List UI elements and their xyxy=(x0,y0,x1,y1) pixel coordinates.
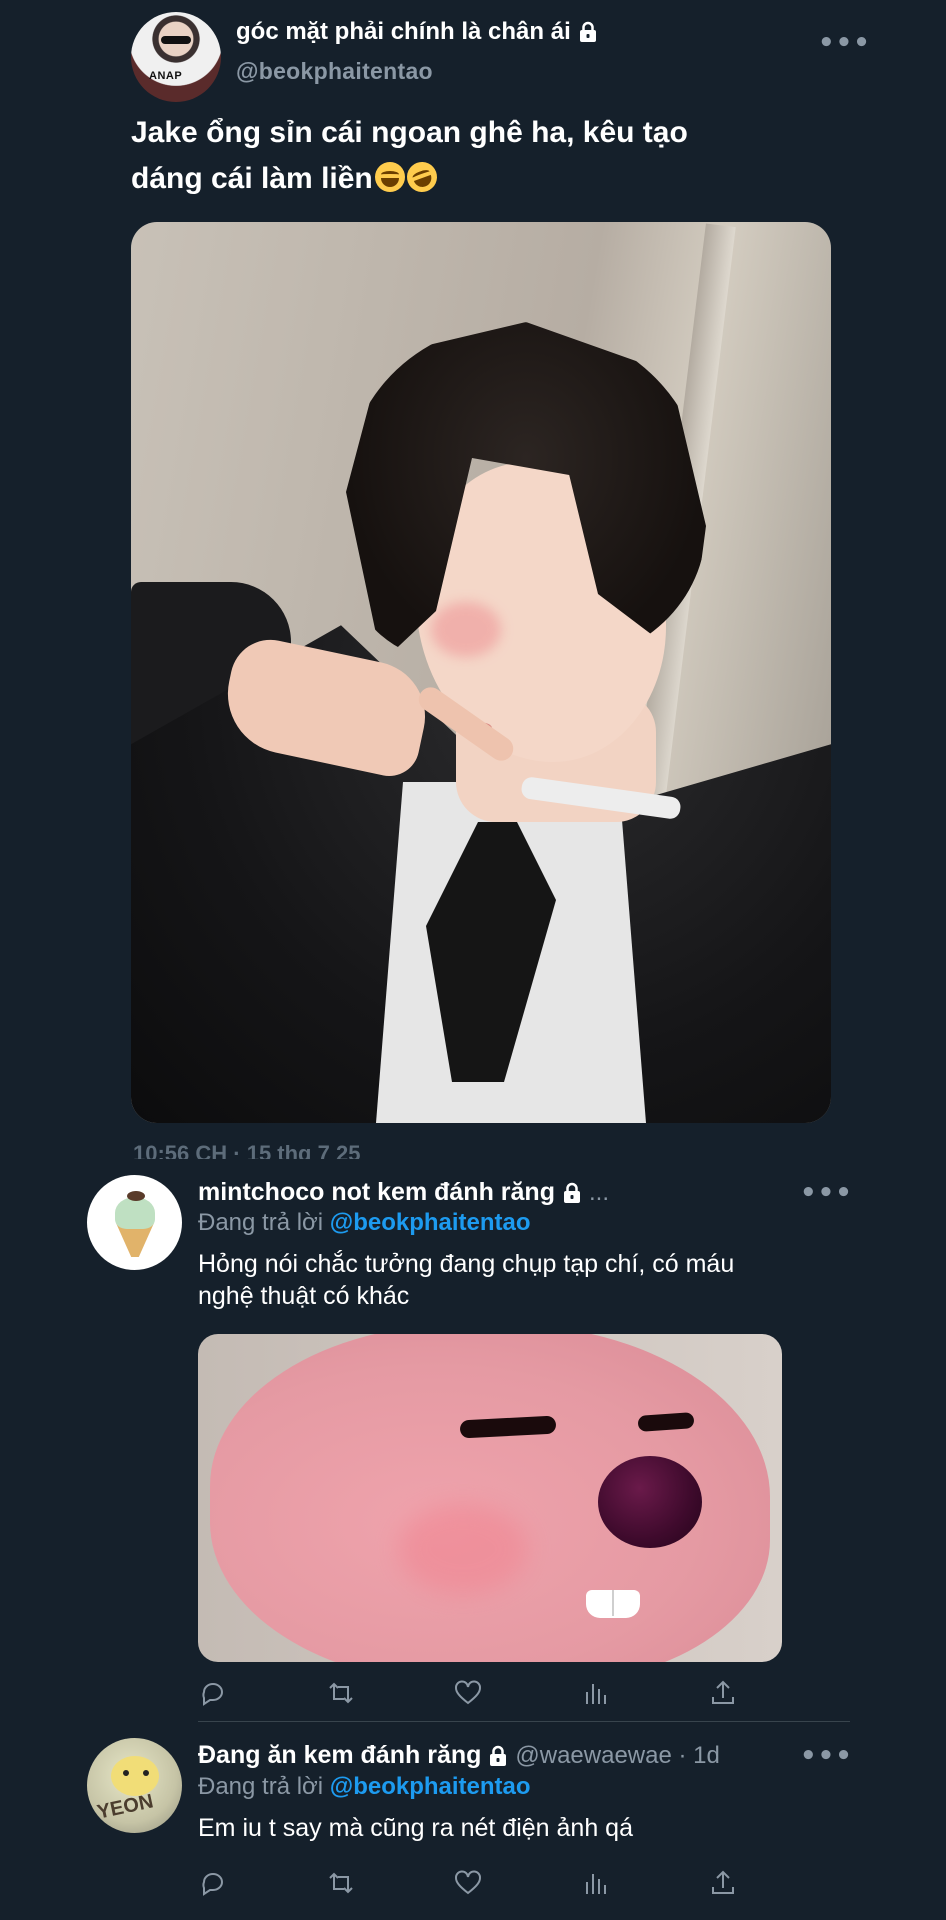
ice-cream-chip-graphic xyxy=(127,1191,145,1201)
reply-actions xyxy=(198,1678,738,1708)
reply-display-name: Đang ăn kem đánh răng xyxy=(198,1741,482,1769)
tweet-text-line1: Jake ổng sỉn cái ngoan ghê ha, kêu tạo xyxy=(131,116,688,149)
reply-text-line1: Hỏng nói chắc tưởng đang chụp tạp chí, c… xyxy=(198,1250,735,1278)
replying-to: Đang trả lời @beokphaitentao xyxy=(198,1209,531,1237)
photo-cheek xyxy=(431,602,501,657)
rofl-emoji-icon xyxy=(402,157,441,197)
share-icon[interactable] xyxy=(708,1678,738,1708)
like-icon[interactable] xyxy=(453,1868,483,1898)
more-icon[interactable]: ••• xyxy=(800,1180,853,1206)
duck-eye-graphic xyxy=(123,1770,129,1776)
reply-author-name[interactable]: mintchoco not kem đánh răng ... xyxy=(198,1178,609,1207)
author-name[interactable]: góc mặt phải chính là chân ái xyxy=(236,18,599,46)
loopy-teeth-graphic xyxy=(586,1590,640,1618)
laughing-emoji-icon xyxy=(374,162,405,192)
duck-eye-graphic xyxy=(143,1770,149,1776)
tweet-text-line2: dáng cái làm liền xyxy=(131,162,373,195)
reply-handle-truncated: ... xyxy=(588,1178,609,1206)
tweet-timestamp[interactable]: 10:56 CH · 15 thg 7 25 xyxy=(133,1141,360,1159)
author-handle[interactable]: @beokphaitentao xyxy=(236,58,433,85)
replying-to-label: Đang trả lời xyxy=(198,1773,324,1800)
lock-icon xyxy=(577,21,599,43)
reply-text: Em iu t say mà cũng ra nét điện ảnh qá xyxy=(198,1814,633,1842)
reply-icon[interactable] xyxy=(198,1678,228,1708)
retweet-icon[interactable] xyxy=(326,1678,356,1708)
more-icon[interactable]: ••• xyxy=(818,30,871,56)
loopy-blush-graphic xyxy=(398,1504,528,1594)
reply-text: Hỏng nói chắc tưởng đang chụp tạp chí, c… xyxy=(198,1248,838,1312)
reply-avatar[interactable] xyxy=(87,1175,182,1270)
sunglasses-graphic xyxy=(161,36,191,44)
reply-divider xyxy=(198,1721,850,1722)
mention-link[interactable]: @beokphaitentao xyxy=(330,1209,531,1236)
reply-avatar[interactable]: YEON xyxy=(87,1738,182,1833)
reply-text-line2: nghệ thuật có khác xyxy=(198,1282,410,1310)
views-icon[interactable] xyxy=(581,1678,611,1708)
tweet-text: Jake ổng sỉn cái ngoan ghê ha, kêu tạo d… xyxy=(131,110,831,202)
reply-actions xyxy=(198,1868,738,1898)
duck-graphic xyxy=(111,1756,159,1796)
tweet-photo[interactable] xyxy=(131,222,831,1123)
reply-photo[interactable] xyxy=(198,1334,782,1662)
like-icon[interactable] xyxy=(453,1678,483,1708)
author-display-name: góc mặt phải chính là chân ái xyxy=(236,18,571,45)
mention-link[interactable]: @beokphaitentao xyxy=(330,1773,531,1800)
ice-cream-scoop-graphic xyxy=(115,1197,155,1229)
avatar-shirt-text: ANAP xyxy=(149,70,183,82)
reply-icon[interactable] xyxy=(198,1868,228,1898)
loopy-nose-graphic xyxy=(598,1456,702,1548)
views-icon[interactable] xyxy=(581,1868,611,1898)
retweet-icon[interactable] xyxy=(326,1868,356,1898)
reply-author-name[interactable]: Đang ăn kem đánh răng @waewaewae · 1d xyxy=(198,1741,720,1770)
lock-icon xyxy=(561,1182,583,1204)
author-avatar[interactable]: ANAP xyxy=(131,12,221,102)
avatar-text: YEON xyxy=(95,1790,156,1824)
more-icon[interactable]: ••• xyxy=(800,1743,853,1769)
lock-icon xyxy=(487,1745,509,1767)
replying-to: Đang trả lời @beokphaitentao xyxy=(198,1773,531,1801)
reply-display-name: mintchoco not kem đánh răng xyxy=(198,1178,555,1206)
share-icon[interactable] xyxy=(708,1868,738,1898)
reply-handle: @waewaewae · 1d xyxy=(515,1741,720,1769)
replying-to-label: Đang trả lời xyxy=(198,1209,324,1236)
